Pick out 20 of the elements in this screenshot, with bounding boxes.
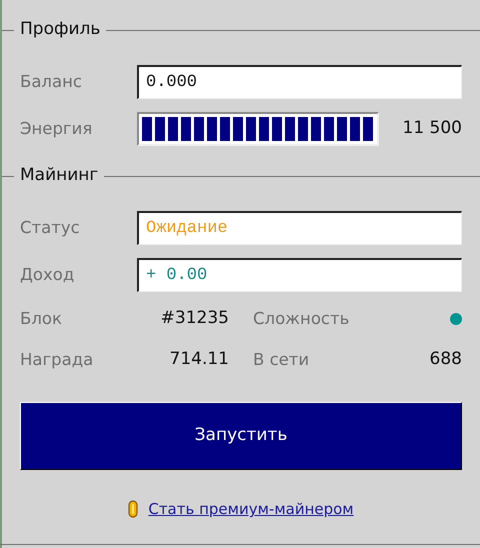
value-field: 0.000 xyxy=(137,65,462,99)
value-field: Ожидание xyxy=(137,211,462,245)
section-title: Майнинг xyxy=(20,164,98,188)
stat-label: Награда xyxy=(20,348,94,371)
coin-icon xyxy=(128,500,138,518)
value-field: + 0.00 xyxy=(137,258,462,292)
premium-link[interactable]: Стать премиум-майнером xyxy=(148,498,354,520)
stat-label: В сети xyxy=(252,348,310,371)
field-label: Баланс xyxy=(20,70,83,93)
stat-value: #31235 xyxy=(160,307,229,330)
stat-value: 714.11 xyxy=(168,348,229,372)
field-label: Статус xyxy=(20,216,81,239)
section-title: Профиль xyxy=(20,18,100,42)
field-label: Энергия xyxy=(20,118,94,140)
start-button[interactable]: Запустить xyxy=(20,402,462,470)
stat-label: Сложность xyxy=(252,308,350,330)
stat-label: Блок xyxy=(20,308,63,330)
energy-reading: 11 500 xyxy=(402,117,462,140)
stat-value: 688 xyxy=(430,348,462,372)
field-label: Доход xyxy=(20,264,76,286)
